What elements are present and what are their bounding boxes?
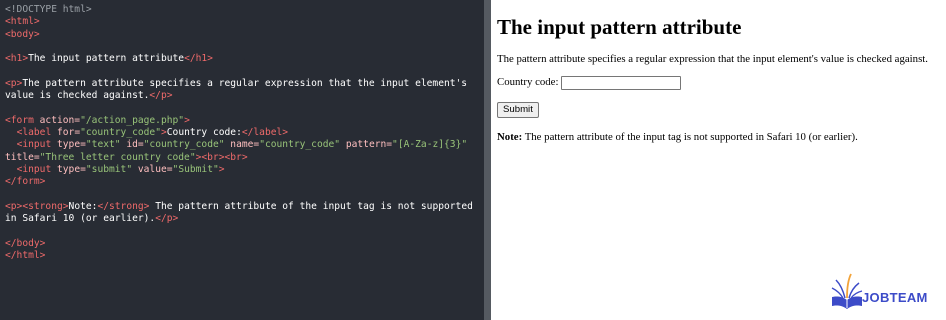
code-token: pattern=: [340, 139, 393, 151]
code-token: <h1>: [5, 53, 29, 65]
code-token: title=: [5, 151, 40, 163]
code-token: The pattern attribute specifies a regula…: [22, 77, 468, 89]
code-token: <form: [5, 114, 40, 126]
code-token: type=: [57, 139, 86, 151]
logo-text: JOBTEAM: [862, 290, 928, 305]
code-line: <html>: [5, 16, 484, 28]
code-token: <p>: [5, 77, 23, 89]
code-token: <html>: [5, 16, 40, 28]
code-token: value=: [132, 163, 173, 175]
country-code-label: Country code:: [497, 76, 559, 88]
code-editor[interactable]: <!DOCTYPE html> <html> <body> <h1>The input…: [0, 0, 484, 320]
code-token: </p>: [149, 90, 173, 102]
code-line: </html>: [5, 250, 484, 262]
code-line: <!DOCTYPE html>: [5, 4, 484, 16]
code-line: <p>The pattern attribute specifies a reg…: [5, 78, 484, 90]
note-label: Note:: [497, 130, 523, 143]
code-token: "country_code": [143, 139, 225, 151]
country-code-input[interactable]: [561, 75, 682, 90]
pane-divider[interactable]: [484, 0, 491, 320]
code-token: Note:: [68, 200, 98, 212]
code-line: <body>: [5, 29, 484, 41]
code-token: <p><strong>: [5, 200, 69, 212]
code-token: <label: [16, 126, 57, 138]
code-token: >: [184, 114, 190, 126]
code-line: <input type="text" id="country_code" nam…: [5, 139, 484, 151]
code-token: "text": [85, 139, 121, 151]
code-token: </html>: [5, 249, 46, 261]
country-form: Country code: Submit: [497, 75, 946, 118]
code-token: Country code:: [166, 126, 242, 138]
code-token: value is checked against.: [5, 90, 150, 102]
code-token: <body>: [5, 28, 40, 40]
code-token: <!DOCTYPE html>: [5, 4, 92, 15]
code-token: </strong>: [97, 200, 150, 212]
page-title: The input pattern attribute: [497, 15, 742, 39]
code-token: "/action_page.php": [80, 114, 185, 126]
code-token: The input pattern attribute: [28, 53, 185, 65]
code-token: <input: [16, 139, 57, 151]
code-token: </p>: [155, 213, 179, 225]
code-token: >: [218, 163, 225, 175]
code-token: </body>: [5, 237, 46, 249]
code-token: name=: [224, 139, 260, 151]
code-token: </form>: [5, 176, 46, 188]
code-line: <form action="/action_page.php">: [5, 115, 484, 127]
code-token: for=: [57, 126, 81, 138]
code-token: The pattern attribute of the input tag i…: [149, 200, 473, 212]
code-token: "country_code": [259, 139, 341, 151]
code-line: </form>: [5, 176, 484, 188]
code-token: "submit": [85, 163, 133, 175]
code-token: action=: [39, 114, 81, 126]
code-line: <p><strong>Note:</strong> The pattern at…: [5, 201, 484, 213]
code-line: title="Three letter country code"><br><b…: [5, 152, 484, 164]
code-token: </h1>: [184, 53, 213, 65]
note-text: The pattern attribute of the input tag i…: [522, 130, 858, 143]
code-line: value is checked against.</p>: [5, 90, 484, 102]
code-token: </label>: [241, 126, 289, 138]
code-line: in Safari 10 (or earlier).</p>: [5, 213, 484, 225]
submit-button[interactable]: Submit: [497, 101, 539, 118]
code-line: </body>: [5, 238, 484, 250]
code-line: <input type="submit" value="Submit">: [5, 164, 484, 176]
description-paragraph: The pattern attribute specifies a regula…: [497, 53, 928, 65]
jobteam-logo: JOBTEAM: [830, 270, 934, 312]
note-paragraph: Note: The pattern attribute of the input…: [497, 130, 946, 144]
code-token: "Three letter country code": [39, 151, 196, 163]
code-token: ><br><br>: [195, 151, 248, 163]
code-line: <label for="country_code">Country code:<…: [5, 127, 484, 139]
code-token: in Safari 10 (or earlier).: [5, 213, 156, 225]
code-token: "[A-Za-z]{3}": [392, 139, 468, 151]
code-token: "Submit": [172, 163, 219, 175]
code-token: <input: [16, 163, 57, 175]
book-logo-icon: [831, 273, 863, 309]
code-token: id=: [120, 139, 144, 151]
code-token: type=: [57, 163, 86, 175]
code-token: "country_code": [80, 126, 161, 138]
code-line: <h1>The input pattern attribute</h1>: [5, 53, 484, 65]
